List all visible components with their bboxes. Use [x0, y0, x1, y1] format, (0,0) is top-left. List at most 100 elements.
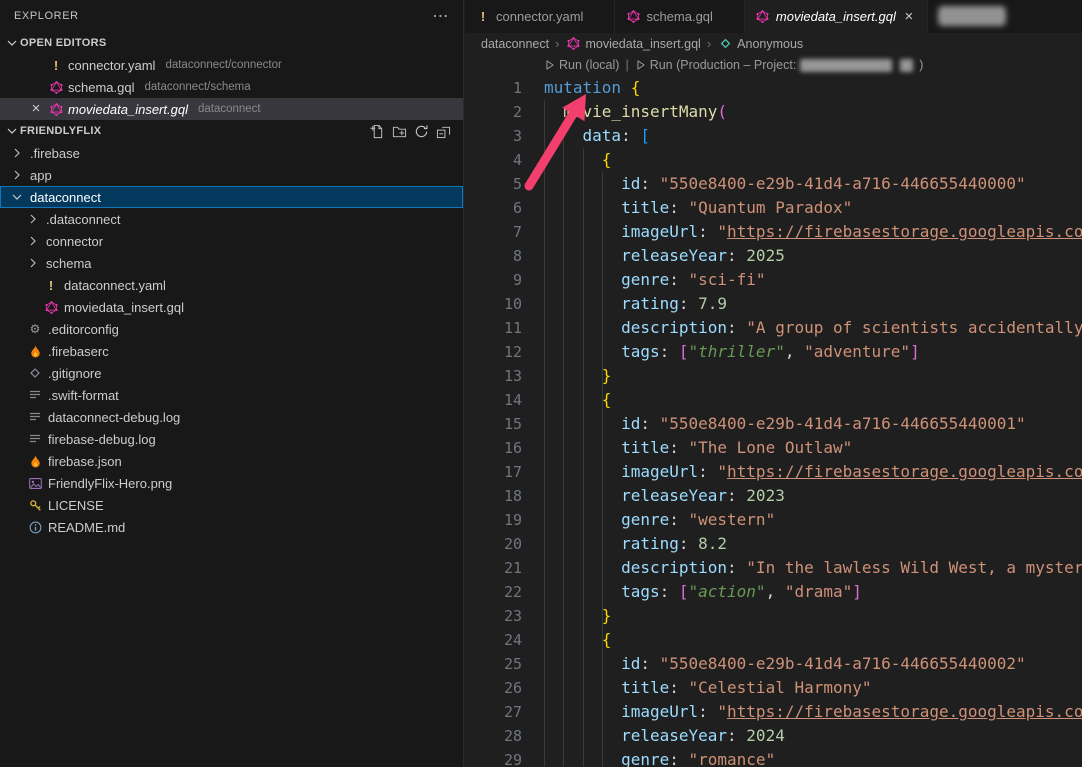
code-line-3[interactable]: data: [: [544, 124, 1082, 148]
tree-item-.gitignore[interactable]: .gitignore: [0, 362, 463, 384]
code-line-16[interactable]: title: "The Lone Outlaw": [544, 436, 1082, 460]
code-line-12[interactable]: tags: ["thriller", "adventure"]: [544, 340, 1082, 364]
code-line-11[interactable]: description: "A group of scientists acci…: [544, 316, 1082, 340]
redacted-project-name: [800, 59, 892, 72]
open-editor-moviedata_insert.gql[interactable]: ×moviedata_insert.gqldataconnect: [0, 98, 463, 120]
tree-item-LICENSE[interactable]: LICENSE: [0, 494, 463, 516]
code-line-24[interactable]: {: [544, 628, 1082, 652]
text-file-icon: [27, 387, 43, 403]
code-line-27[interactable]: imageUrl: "https://firebasestorage.googl…: [544, 700, 1082, 724]
firebase-icon: [27, 343, 43, 359]
tree-item-.firebase[interactable]: .firebase: [0, 142, 463, 164]
warning-icon: !: [43, 277, 59, 293]
tree-item-dataconnect[interactable]: dataconnect: [0, 186, 463, 208]
tab-label: moviedata_insert.gql: [776, 9, 896, 24]
tree-item-schema[interactable]: schema: [0, 252, 463, 274]
indent-spacer: [9, 409, 25, 425]
line-number: 18: [465, 484, 522, 508]
workspace-header[interactable]: FRIENDLYFLIX: [0, 120, 463, 142]
codelens-suffix: ): [919, 58, 923, 72]
gear-icon: ⚙: [27, 321, 43, 337]
tree-item-firebase.json[interactable]: firebase.json: [0, 450, 463, 472]
code-line-22[interactable]: tags: ["action", "drama"]: [544, 580, 1082, 604]
line-number: 27: [465, 700, 522, 724]
code-line-25[interactable]: id: "550e8400-e29b-41d4-a716-44665544000…: [544, 652, 1082, 676]
tree-item-firebase-debug.log[interactable]: firebase-debug.log: [0, 428, 463, 450]
tree-item-.dataconnect[interactable]: .dataconnect: [0, 208, 463, 230]
tab-connector.yaml[interactable]: !connector.yaml×: [465, 0, 615, 33]
indent-spacer: [9, 497, 25, 513]
tree-item-connector[interactable]: connector: [0, 230, 463, 252]
file-name: connector.yaml: [68, 58, 155, 73]
chevron-right-icon: [25, 211, 41, 227]
firebase-icon: [27, 453, 43, 469]
refresh-icon[interactable]: [414, 124, 429, 139]
file-tree: .firebaseappdataconnect.dataconnect conne…: [0, 142, 463, 538]
play-icon: [635, 59, 646, 71]
tree-item-app[interactable]: app: [0, 164, 463, 186]
file-name: .editorconfig: [48, 322, 119, 337]
line-number: 29: [465, 748, 522, 767]
code-line-26[interactable]: title: "Celestial Harmony": [544, 676, 1082, 700]
tab-moviedata_insert.gql[interactable]: moviedata_insert.gql ×: [745, 0, 928, 33]
tree-item-.firebaserc[interactable]: .firebaserc: [0, 340, 463, 362]
collapse-all-icon[interactable]: [436, 124, 451, 139]
code-area[interactable]: Run (local) | Run (Production – Project:…: [544, 54, 1082, 767]
tab-bar: !connector.yaml×schema.gql×moviedata_ins…: [465, 0, 1082, 33]
code-line-14[interactable]: {: [544, 388, 1082, 412]
code-line-20[interactable]: rating: 8.2: [544, 532, 1082, 556]
code-line-28[interactable]: releaseYear: 2024: [544, 724, 1082, 748]
tab-schema.gql[interactable]: schema.gql×: [615, 0, 744, 33]
code-line-7[interactable]: imageUrl: "https://firebasestorage.googl…: [544, 220, 1082, 244]
tree-item-FriendlyFlix-Hero.png[interactable]: FriendlyFlix-Hero.png: [0, 472, 463, 494]
breadcrumb-item-moviedata_insert.gql[interactable]: moviedata_insert.gql: [565, 36, 700, 52]
tree-item-.swift-format[interactable]: .swift-format: [0, 384, 463, 406]
breadcrumb-separator-icon: ›: [707, 36, 711, 51]
breadcrumb-item-dataconnect[interactable]: dataconnect: [481, 37, 549, 51]
chevron-down-icon: [4, 35, 20, 51]
chevron-down-icon: [9, 189, 25, 205]
close-icon[interactable]: ×: [901, 9, 917, 25]
file-name: dataconnect.yaml: [64, 278, 166, 293]
editor-pane: !connector.yaml×schema.gql×moviedata_ins…: [465, 0, 1082, 767]
code-line-29[interactable]: genre: "romance": [544, 748, 1082, 767]
code-line-19[interactable]: genre: "western": [544, 508, 1082, 532]
close-icon[interactable]: ×: [28, 101, 44, 117]
tabs: !connector.yaml×schema.gql×moviedata_ins…: [465, 0, 928, 33]
code-lines[interactable]: mutation { movie_insertMany( data: [ { i…: [544, 76, 1082, 767]
code-line-15[interactable]: id: "550e8400-e29b-41d4-a716-44665544000…: [544, 412, 1082, 436]
code-line-23[interactable]: }: [544, 604, 1082, 628]
tree-item-README.md[interactable]: README.md: [0, 516, 463, 538]
code-line-2[interactable]: movie_insertMany(: [544, 100, 1082, 124]
code-line-5[interactable]: id: "550e8400-e29b-41d4-a716-44665544000…: [544, 172, 1082, 196]
code-line-18[interactable]: releaseYear: 2023: [544, 484, 1082, 508]
tree-item-moviedata_insert.gql[interactable]: moviedata_insert.gql: [0, 296, 463, 318]
explorer-sidebar: EXPLORER ⋯ OPEN EDITORS ×!connector.yaml…: [0, 0, 464, 767]
file-name: connector: [46, 234, 103, 249]
line-number: 9: [465, 268, 522, 292]
open-editor-schema.gql[interactable]: ×schema.gqldataconnect/schema: [0, 76, 463, 98]
code-line-9[interactable]: genre: "sci-fi": [544, 268, 1082, 292]
open-editor-connector.yaml[interactable]: ×!connector.yamldataconnect/connector: [0, 54, 463, 76]
tree-item-.editorconfig[interactable]: ⚙ .editorconfig: [0, 318, 463, 340]
code-line-4[interactable]: {: [544, 148, 1082, 172]
code-line-13[interactable]: }: [544, 364, 1082, 388]
tree-item-dataconnect.yaml[interactable]: ! dataconnect.yaml: [0, 274, 463, 296]
code-line-21[interactable]: description: "In the lawless Wild West, …: [544, 556, 1082, 580]
code-line-17[interactable]: imageUrl: "https://firebasestorage.googl…: [544, 460, 1082, 484]
run-local-button[interactable]: Run (local): [544, 58, 619, 72]
open-editors-header[interactable]: OPEN EDITORS: [0, 32, 463, 54]
tree-item-dataconnect-debug.log[interactable]: dataconnect-debug.log: [0, 406, 463, 428]
breadcrumb-item-Anonymous[interactable]: Anonymous: [717, 36, 803, 52]
indent-spacer: [9, 343, 25, 359]
code-line-10[interactable]: rating: 7.9: [544, 292, 1082, 316]
more-actions-icon[interactable]: ⋯: [432, 6, 449, 26]
new-folder-icon[interactable]: [392, 124, 407, 139]
code-line-1[interactable]: mutation {: [544, 76, 1082, 100]
run-production-button[interactable]: Run (Production – Project: ): [635, 58, 924, 72]
new-file-icon[interactable]: [370, 124, 385, 139]
indent-spacer: [25, 277, 41, 293]
code-line-6[interactable]: title: "Quantum Paradox": [544, 196, 1082, 220]
license-icon: [27, 497, 43, 513]
code-line-8[interactable]: releaseYear: 2025: [544, 244, 1082, 268]
